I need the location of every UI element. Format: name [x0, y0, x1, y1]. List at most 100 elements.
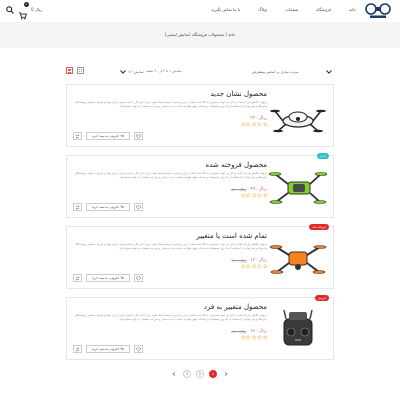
add-to-cart-button[interactable]: افزودن به سبد خرید — [86, 132, 130, 140]
product-description: درنهایت کاهش این که کسب و کار می تواند د… — [74, 172, 267, 179]
product-actions: افزودن به سبد خرید — [73, 345, 143, 353]
wishlist-button[interactable] — [134, 274, 143, 282]
star-icon — [262, 193, 267, 198]
chevron-right-icon — [224, 372, 228, 376]
product-price: ۱۲۰ ریال — [250, 257, 267, 263]
product-description: درنهایت کاهش این که کسب و کار می تواند د… — [74, 243, 267, 250]
star-icon — [257, 264, 262, 269]
rating-stars — [73, 193, 267, 198]
compare-icon — [75, 133, 80, 139]
product-image[interactable] — [269, 162, 327, 213]
star-icon — [257, 193, 262, 198]
product-title[interactable]: تمام شده است یا متغییر — [73, 232, 267, 241]
heart-icon — [136, 204, 141, 210]
chevron-down-icon — [326, 70, 332, 74]
page-banner: خانه / محصولات فروشگاه (نمایش لیستی) — [0, 22, 400, 48]
nav-item-home[interactable]: خانه — [349, 7, 356, 12]
product-image[interactable] — [269, 304, 327, 355]
wishlist-button[interactable] — [134, 132, 143, 140]
heart-icon — [136, 133, 141, 139]
star-icon — [240, 193, 245, 198]
add-to-cart-button[interactable]: افزودن به سبد خرید — [86, 203, 130, 211]
pagination-next[interactable] — [170, 370, 178, 378]
star-icon — [251, 122, 256, 127]
rating-stars — [73, 264, 267, 269]
star-icon — [246, 335, 251, 340]
compare-icon — [75, 346, 80, 352]
add-to-cart-button[interactable]: افزودن به سبد خرید — [86, 274, 130, 282]
site-header: خانه فروشگاه صفحات وبلاگ با ما تماس بگیر… — [0, 0, 400, 22]
product-card: محصول نشان جدید درنهایت کاهش این که کسب … — [66, 84, 334, 147]
rating-stars — [73, 122, 267, 127]
cart-icon — [120, 134, 125, 137]
sort-select[interactable]: مرتب سازی بر اساس پیشفرض — [250, 67, 334, 77]
star-icon — [251, 335, 256, 340]
product-image[interactable] — [269, 91, 327, 142]
list-view-button[interactable] — [66, 67, 73, 74]
star-icon — [240, 335, 245, 340]
product-card: جدید محصول فروخته شده درنهایت کاهش این ک… — [66, 153, 334, 218]
product-info: تمام شده است یا متغییر درنهایت کاهش این … — [73, 232, 267, 269]
rating-stars — [73, 335, 267, 340]
view-toggles — [66, 67, 84, 74]
product-description: درنهایت کاهش این که کسب و کار می تواند د… — [74, 314, 267, 321]
pagination-page[interactable]: 2 — [196, 370, 204, 378]
star-icon — [257, 335, 262, 340]
chevron-left-icon — [172, 372, 176, 376]
add-to-cart-label: افزودن به سبد خرید — [91, 134, 119, 138]
nav-item-contact[interactable]: با ما تماس بگیرید — [211, 7, 240, 12]
nav-item-shop[interactable]: فروشگاه — [316, 7, 331, 12]
add-to-cart-label: افزودن به سبد خرید — [91, 276, 119, 280]
product-badge: فروش — [314, 295, 329, 301]
cart-icon — [120, 347, 125, 350]
product-badge: فروخته شد — [309, 224, 329, 230]
cart-button[interactable]: 0 — [18, 2, 29, 20]
grid-view-button[interactable] — [77, 67, 84, 74]
pagination-prev[interactable] — [222, 370, 230, 378]
wishlist-button[interactable] — [134, 345, 143, 353]
star-icon — [257, 122, 262, 127]
drone-image-icon — [269, 245, 327, 274]
product-title[interactable]: محصول فروخته شده — [73, 161, 267, 170]
grid-view-icon-cell — [80, 70, 83, 73]
pagination: 3 2 1 — [0, 370, 400, 378]
sort-select-label: مرتب سازی بر اساس پیشفرض — [252, 70, 299, 74]
price-row: ۳۳۰ ریال — [73, 115, 267, 121]
compare-button[interactable] — [73, 345, 82, 353]
shop-toolbar: مرتب سازی بر اساس پیشفرض نمایش ۱ تا ۴ از… — [66, 66, 334, 78]
compare-button[interactable] — [73, 132, 82, 140]
product-title[interactable]: محصول نشان جدید — [73, 90, 267, 99]
star-icon — [240, 264, 245, 269]
per-page-select[interactable]: نمایش: ۱۲ — [118, 67, 174, 77]
star-icon — [240, 122, 245, 127]
compare-icon — [75, 275, 80, 281]
product-actions: افزودن به سبد خرید — [73, 132, 143, 140]
cart-count-badge: 0 — [24, 2, 29, 7]
search-icon[interactable] — [6, 5, 14, 14]
product-image[interactable] — [269, 233, 327, 284]
price-row: ۶۷۰ ریال ۸۸۰ ریال — [73, 328, 267, 334]
add-to-cart-button[interactable]: افزودن به سبد خرید — [86, 345, 130, 353]
product-actions: افزودن به سبد خرید — [73, 274, 143, 282]
add-to-cart-label: افزودن به سبد خرید — [91, 205, 119, 209]
product-title[interactable]: محصول متغییر به فرد — [73, 303, 267, 312]
product-price: ۳۳۰ ریال — [250, 115, 267, 121]
product-price: ۴۹۰ ریال — [250, 186, 267, 192]
product-list: محصول نشان جدید درنهایت کاهش این که کسب … — [66, 84, 334, 368]
star-icon — [246, 264, 251, 269]
heart-icon — [136, 346, 141, 352]
site-logo[interactable] — [364, 2, 392, 20]
pagination-page-active[interactable]: 1 — [209, 370, 217, 378]
wishlist-button[interactable] — [134, 203, 143, 211]
compare-button[interactable] — [73, 274, 82, 282]
nav-item-pages[interactable]: صفحات — [285, 7, 298, 12]
product-description: درنهایت کاهش این که کسب و کار می تواند د… — [74, 101, 267, 108]
nav-item-blog[interactable]: وبلاگ — [258, 7, 267, 12]
product-old-price: ۱۸۰ ریال — [231, 257, 247, 263]
pagination-page[interactable]: 3 — [183, 370, 191, 378]
compare-button[interactable] — [73, 203, 82, 211]
product-info: محصول نشان جدید درنهایت کاهش این که کسب … — [73, 90, 267, 127]
breadcrumb[interactable]: خانه / محصولات فروشگاه (نمایش لیستی) — [0, 32, 400, 37]
drone-image-icon — [270, 109, 326, 133]
main-nav: خانه فروشگاه صفحات وبلاگ با ما تماس بگیر… — [211, 7, 356, 12]
